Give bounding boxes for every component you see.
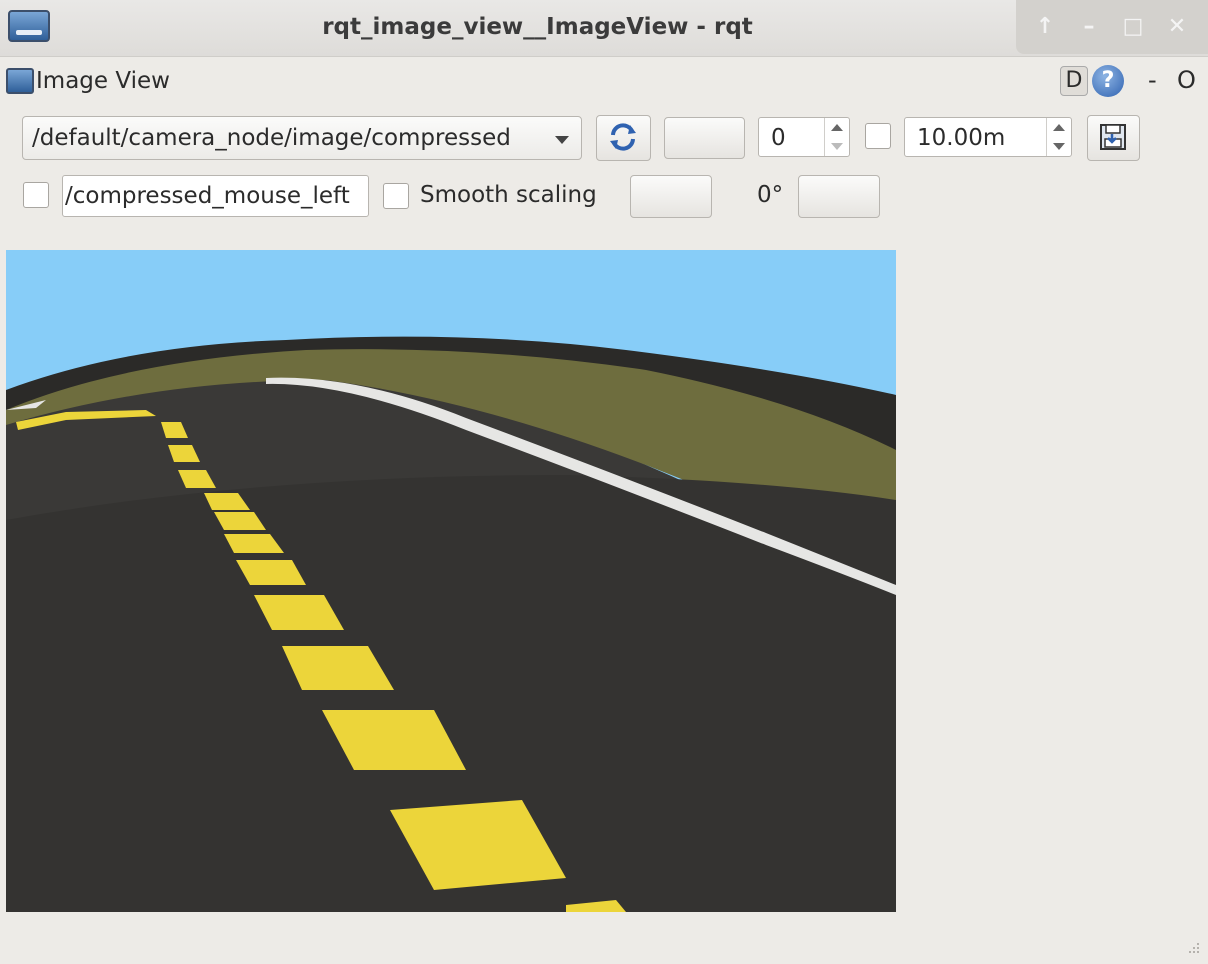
topic-select-value: /default/camera_node/image/compressed [32, 125, 511, 151]
window-titlebar: rqt_image_view__ImageView - rqt ↑ – □ ✕ [0, 0, 1208, 57]
smooth-scaling-label: Smooth scaling [420, 182, 597, 208]
keep-above-icon[interactable]: ↑ [1028, 12, 1062, 42]
mouse-topic-input-value: /compressed_mouse_left [65, 183, 350, 209]
plugin-minimize-button[interactable]: - [1148, 66, 1157, 94]
spin-down-icon[interactable] [1053, 143, 1065, 150]
mouse-topic-input[interactable]: /compressed_mouse_left [62, 175, 369, 217]
refresh-topics-button[interactable] [596, 115, 651, 161]
road-scene [6, 250, 896, 912]
timeout-checkbox[interactable] [865, 123, 891, 149]
smooth-scaling-checkbox[interactable] [383, 183, 409, 209]
num-spinbox-value: 0 [771, 125, 786, 151]
resize-grip-icon[interactable] [1186, 942, 1200, 956]
spin-down-icon[interactable] [831, 143, 843, 150]
image-view-icon [6, 68, 34, 94]
mouse-publish-checkbox[interactable] [23, 182, 49, 208]
timeout-spinbox-buttons[interactable] [1046, 118, 1071, 156]
camera-image[interactable] [6, 250, 896, 912]
spin-up-icon[interactable] [1053, 124, 1065, 131]
plugin-title: Image View [36, 68, 170, 94]
blank-button-1[interactable] [664, 117, 745, 159]
plugin-close-button[interactable]: O [1177, 66, 1196, 94]
refresh-icon [610, 123, 636, 151]
minimize-window-icon[interactable]: – [1072, 12, 1106, 42]
chevron-down-icon [555, 136, 569, 144]
dock-button[interactable]: D [1060, 66, 1088, 96]
help-icon[interactable]: ? [1092, 65, 1124, 97]
window-title: rqt_image_view__ImageView - rqt [322, 14, 753, 40]
window-controls: ↑ – □ ✕ [1016, 0, 1208, 54]
maximize-window-icon[interactable]: □ [1116, 12, 1150, 42]
num-spinbox-buttons[interactable] [824, 118, 849, 156]
close-window-icon[interactable]: ✕ [1160, 12, 1194, 42]
rotation-label: 0° [757, 182, 784, 208]
timeout-spinbox[interactable]: 10.00m [904, 117, 1072, 157]
timeout-spinbox-value: 10.00m [917, 125, 1006, 151]
topic-select[interactable]: /default/camera_node/image/compressed [22, 116, 582, 160]
plugin-header: Image View D ? - O [0, 58, 1208, 104]
save-icon [1100, 124, 1126, 150]
rotate-left-button[interactable] [630, 175, 712, 218]
num-spinbox[interactable]: 0 [758, 117, 850, 157]
spin-up-icon[interactable] [831, 124, 843, 131]
save-image-button[interactable] [1087, 115, 1140, 161]
rotate-right-button[interactable] [798, 175, 880, 218]
